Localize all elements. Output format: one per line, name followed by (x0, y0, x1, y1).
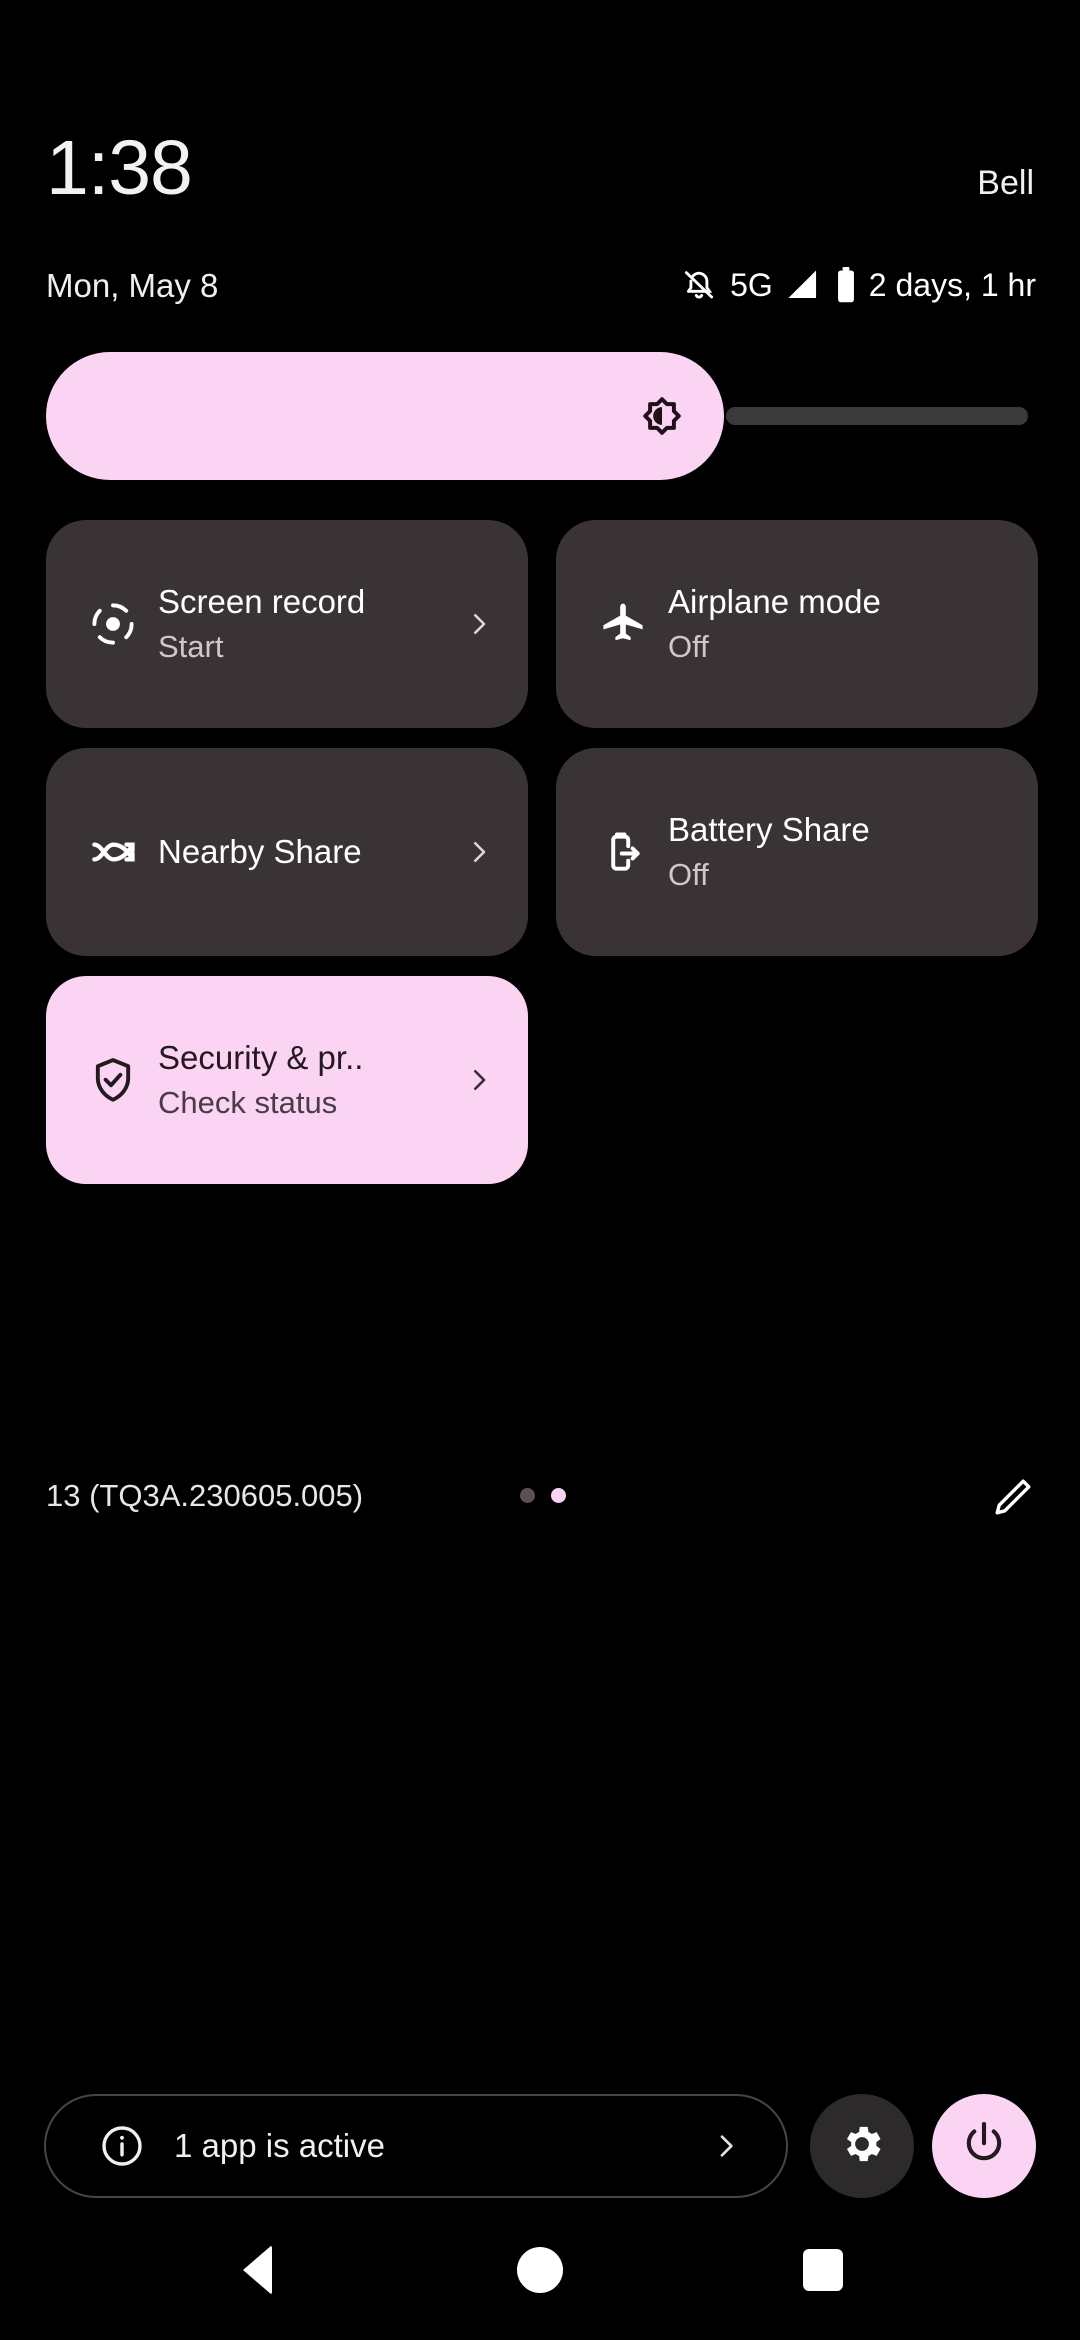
status-header: 1:38 Bell Mon, May 8 5G 2 days, 1 hr (0, 110, 1080, 304)
tile-airplane-mode[interactable]: Airplane mode Off (556, 520, 1038, 728)
brightness-fill (46, 352, 724, 480)
shield-check-icon (86, 1053, 140, 1107)
nav-home-button[interactable] (495, 2225, 585, 2315)
system-icons: 5G 2 days, 1 hr (680, 262, 1036, 308)
brightness-track (726, 407, 1028, 425)
build-number-label: 13 (TQ3A.230605.005) (46, 1478, 364, 1513)
chevron-right-icon[interactable] (462, 835, 496, 869)
active-apps-label: 1 app is active (174, 2127, 385, 2164)
tile-subtitle: Off (668, 857, 709, 892)
tile-nearby-share[interactable]: Nearby Share (46, 748, 528, 956)
brightness-slider[interactable] (46, 352, 1034, 480)
quick-settings-tiles: Screen record Start Airplane mode Off Ne… (46, 520, 1038, 1188)
battery-estimate-label: 2 days, 1 hr (868, 267, 1036, 303)
tile-title: Airplane mode (668, 583, 881, 620)
pencil-edit-icon[interactable] (984, 1470, 1040, 1526)
page-dot-active[interactable] (551, 1488, 566, 1503)
recents-square-icon (803, 2249, 843, 2291)
tile-subtitle: Check status (158, 1085, 338, 1120)
brightness-icon (634, 388, 690, 444)
airplane-icon (596, 597, 650, 651)
quick-settings-footer: 1 app is active (0, 2088, 1080, 2204)
screen-record-icon (86, 597, 140, 651)
chevron-right-icon[interactable] (710, 2130, 742, 2162)
tile-text: Screen record Start (158, 581, 448, 667)
quick-settings-meta: 13 (TQ3A.230605.005) (0, 1462, 1080, 1542)
power-icon (958, 2118, 1010, 2175)
tile-title: Battery Share (668, 811, 870, 848)
home-circle-icon (517, 2247, 563, 2293)
tile-security-privacy[interactable]: Security & pr.. Check status (46, 976, 528, 1184)
network-type-label: 5G (730, 267, 773, 303)
chevron-right-icon[interactable] (462, 607, 496, 641)
bell-mute-icon (680, 266, 718, 304)
tile-title: Security & pr.. (158, 1039, 364, 1076)
tile-subtitle: Start (158, 629, 224, 664)
info-icon (98, 2122, 146, 2170)
gear-icon (837, 2119, 887, 2174)
tile-text: Battery Share Off (668, 809, 958, 895)
tile-subtitle: Off (668, 629, 709, 664)
chevron-right-icon[interactable] (462, 1063, 496, 1097)
back-triangle-icon (242, 2245, 272, 2295)
carrier-label: Bell (977, 164, 1034, 202)
quick-settings-screen: 1:38 Bell Mon, May 8 5G 2 days, 1 hr Scr… (0, 0, 1080, 2340)
tile-battery-share[interactable]: Battery Share Off (556, 748, 1038, 956)
date-label: Mon, May 8 (46, 267, 219, 304)
tile-title: Screen record (158, 583, 366, 620)
page-dot[interactable] (520, 1488, 535, 1503)
page-indicator (520, 1488, 566, 1503)
tile-screen-record[interactable]: Screen record Start (46, 520, 528, 728)
nav-back-button[interactable] (212, 2225, 302, 2315)
clock[interactable]: 1:38 (46, 128, 193, 208)
nav-recents-button[interactable] (778, 2225, 868, 2315)
power-button[interactable] (932, 2094, 1036, 2198)
settings-button[interactable] (810, 2094, 914, 2198)
signal-bar-icon (785, 267, 821, 303)
tile-text: Airplane mode Off (668, 581, 958, 667)
tile-title: Nearby Share (158, 833, 362, 870)
navigation-bar (0, 2200, 1080, 2340)
status-row: Mon, May 8 5G 2 days, 1 hr (0, 262, 1080, 312)
battery-share-icon (596, 825, 650, 879)
battery-icon (833, 266, 859, 304)
nearby-share-icon (86, 825, 140, 879)
active-apps-button[interactable]: 1 app is active (44, 2094, 788, 2198)
tile-text: Nearby Share (158, 831, 448, 873)
tile-text: Security & pr.. Check status (158, 1037, 448, 1123)
